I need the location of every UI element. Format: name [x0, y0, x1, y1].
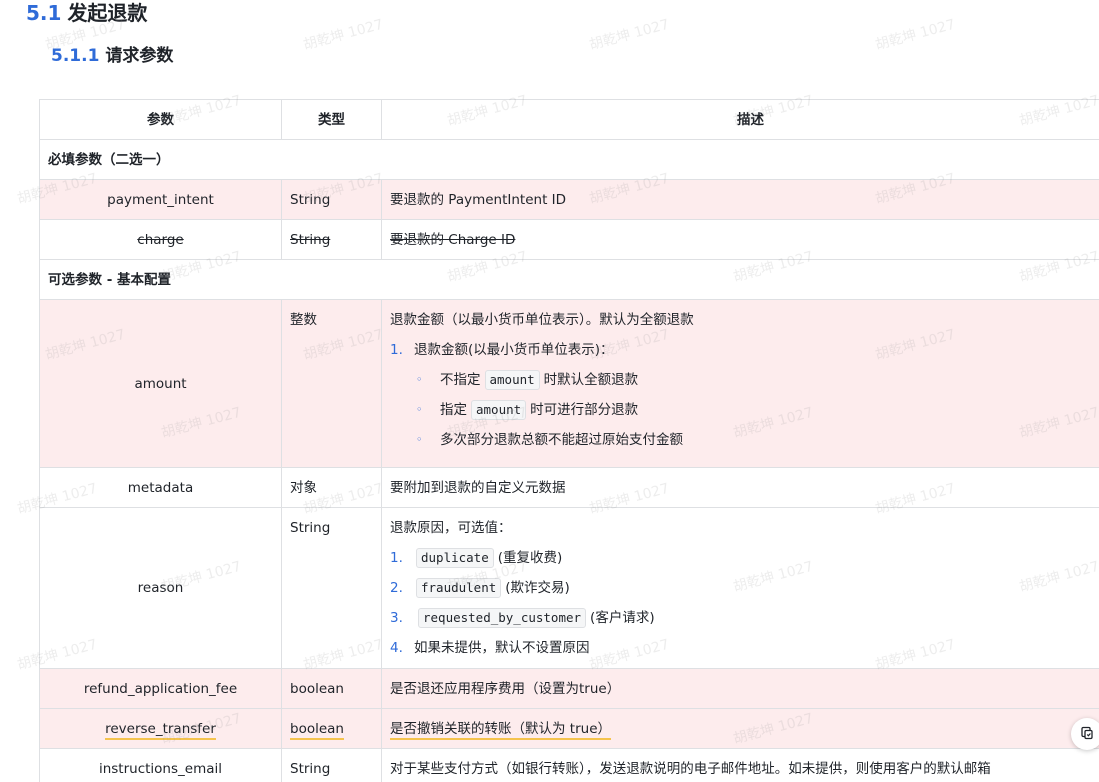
list-number: 1. [390, 342, 403, 358]
list-number: 4. [390, 640, 403, 656]
table-row: reason String 退款原因，可选值： 1. duplicate (重复收… [39, 507, 1099, 669]
param-name: instructions_email [39, 748, 282, 782]
inline-code: requested_by_customer [418, 608, 587, 628]
inline-code: amount [484, 370, 540, 390]
section-row-required: 必填参数（二选一） [39, 139, 1099, 180]
section-number: 5.1 [26, 1, 62, 25]
param-desc: 是否撤销关联的转账（默认为 true） [390, 720, 611, 740]
list-item: 2. fraudulent (欺诈交易) [390, 578, 570, 598]
table-row: refund_application_fee boolean 是否退还应用程序费… [39, 668, 1099, 709]
section-row-optional: 可选参数 - 基本配置 [39, 259, 1099, 300]
table-header-row: 参数 类型 描述 [39, 99, 1099, 140]
list-item: 1. 退款金额(以最小货币单位表示)： [390, 342, 614, 358]
param-type: 对象 [281, 467, 382, 508]
param-type: String [281, 507, 382, 669]
param-name: charge [137, 231, 184, 248]
param-desc: 要附加到退款的自定义元数据 [381, 467, 1099, 508]
param-type: String [281, 748, 382, 782]
param-type: String [290, 231, 331, 248]
table-row: reverse_transfer boolean 是否撤销关联的转账（默认为 t… [39, 708, 1099, 749]
list-number: 2. [390, 580, 403, 596]
bullet-list: ◦ 不指定 amount 时默认全额退款 ◦ 指定 amount 时可进行部分退款 ◦ … [390, 370, 1099, 450]
table-row: payment_intent String 要退款的 PaymentIntent… [39, 179, 1099, 220]
param-desc: 要退款的 Charge ID [390, 231, 516, 248]
list-item: ◦ 指定 amount 时可进行部分退款 [416, 400, 639, 420]
list-item: ◦ 多次部分退款总额不能超过原始支付金额 [416, 432, 683, 448]
param-desc-cell: 退款金额（以最小货币单位表示）。默认为全额退款 1. 退款金额(以最小货币单位表… [381, 299, 1099, 468]
list-number: 3. [390, 610, 403, 626]
list-item: 1. duplicate (重复收费) [390, 548, 563, 568]
list-item: ◦ 不指定 amount 时默认全额退款 [416, 370, 639, 390]
param-type: String [281, 179, 382, 220]
param-name: refund_application_fee [39, 668, 282, 709]
copy-link-button[interactable] [1071, 718, 1099, 750]
param-name: reason [39, 507, 282, 669]
header-type: 类型 [281, 99, 382, 140]
param-type: boolean [290, 720, 344, 740]
watermark: 胡乾坤 1027 [301, 16, 386, 54]
param-desc: 要退款的 PaymentIntent ID [381, 179, 1099, 220]
list-item: 4. 如果未提供，默认不设置原因 [390, 640, 590, 656]
param-type: 整数 [281, 299, 382, 468]
watermark: 胡乾坤 1027 [873, 16, 958, 54]
param-desc: 对于某些支付方式（如银行转账），发送退款说明的电子邮件地址。如未提供，则使用客户… [381, 748, 1099, 782]
section-label-optional: 可选参数 - 基本配置 [39, 259, 1099, 300]
param-name: reverse_transfer [105, 720, 216, 740]
section-title: 发起退款 [67, 1, 148, 25]
bullet-icon: ◦ [416, 373, 423, 386]
table-row: instructions_email String 对于某些支付方式（如银行转账… [39, 748, 1099, 782]
header-param: 参数 [39, 99, 282, 140]
subsection-title: 请求参数 [105, 46, 174, 66]
subsection-number: 5.1.1 [51, 46, 100, 66]
subsection-heading: 5.1.1 请求参数 [51, 44, 173, 68]
bullet-icon: ◦ [416, 403, 423, 416]
param-desc: 退款金额（以最小货币单位表示）。默认为全额退款 [390, 312, 694, 328]
list-number: 1. [390, 550, 403, 566]
param-desc-cell: 退款原因，可选值： 1. duplicate (重复收费) 2. fraudule… [381, 507, 1099, 669]
inline-code: fraudulent [416, 578, 502, 598]
section-heading: 5.1 发起退款 [26, 0, 147, 26]
param-name: metadata [39, 467, 282, 508]
param-name: amount [39, 299, 282, 468]
table-row: amount 整数 退款金额（以最小货币单位表示）。默认为全额退款 1. 退款金… [39, 299, 1099, 468]
table-row: charge String 要退款的 Charge ID [39, 219, 1099, 260]
request-params-table: 参数 类型 描述 必填参数（二选一） payment_intent String… [39, 99, 1099, 782]
list-item: 3. requested_by_customer (客户请求) [390, 608, 655, 628]
ordered-list: 1. duplicate (重复收费) 2. fraudulent (欺诈交易) 3… [390, 548, 1099, 658]
param-type: boolean [281, 668, 382, 709]
ordered-list: 1. 退款金额(以最小货币单位表示)： [390, 340, 1099, 360]
param-desc: 退款原因，可选值： [390, 520, 512, 536]
bullet-icon: ◦ [416, 433, 423, 446]
copy-icon [1080, 725, 1094, 744]
param-desc: 是否退还应用程序费用（设置为true） [381, 668, 1099, 709]
header-desc: 描述 [381, 99, 1099, 140]
inline-code: duplicate [416, 548, 494, 568]
watermark: 胡乾坤 1027 [587, 16, 672, 54]
param-name: payment_intent [39, 179, 282, 220]
table-row: metadata 对象 要附加到退款的自定义元数据 [39, 467, 1099, 508]
inline-code: amount [471, 400, 527, 420]
section-label-required: 必填参数（二选一） [39, 139, 1099, 180]
